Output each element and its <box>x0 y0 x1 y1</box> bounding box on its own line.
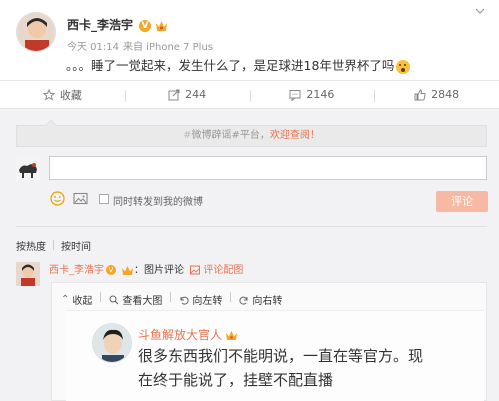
collapse-icon: ⌃ <box>61 294 70 305</box>
favorite-label: 收藏 <box>59 88 82 102</box>
post-text: 。。。睡了一觉起来，发生什么了，是足球进18年世界杯了吗 <box>66 55 411 74</box>
author-name-text[interactable]: 西卡_李浩宇 <box>67 18 133 32</box>
view-large-label: 查看大图 <box>122 296 163 307</box>
image-author: 斗鱼解放大官人 <box>138 326 238 343</box>
toolbar-separator <box>230 292 232 302</box>
toolbar-separator <box>170 292 172 302</box>
favorite-button[interactable]: 收藏 <box>0 87 125 103</box>
rotate-right-label: 向右转 <box>252 296 283 307</box>
like-button[interactable]: 2848 <box>374 88 499 102</box>
crown-icon <box>226 331 238 340</box>
crown-icon <box>122 265 133 275</box>
rotate-right-icon <box>239 296 248 305</box>
like-count: 2848 <box>431 88 460 101</box>
post-text-body: 。。。睡了一觉起来，发生什么了，是足球进18年世界杯了吗 <box>66 58 395 73</box>
forward-label: 同时转发到我的微博 <box>113 197 203 208</box>
notice-link[interactable]: 欢迎查阅！ <box>270 130 320 141</box>
image-text-line-1: 很多东西我们不能明说，一直在等官方。现 <box>138 347 424 365</box>
crown-icon <box>156 20 168 31</box>
comment-button[interactable]: 2146 <box>249 88 375 102</box>
zoom-icon <box>109 295 119 304</box>
sort-separator <box>53 240 54 250</box>
sort-by-time[interactable]: 按时间 <box>61 238 91 253</box>
collapse-label: 收起 <box>72 296 93 307</box>
thumbs-up-icon <box>414 88 426 100</box>
post-source: 来自 iPhone 7 Plus <box>123 42 214 53</box>
image-avatar <box>92 323 132 363</box>
image-author-name: 斗鱼解放大官人 <box>138 328 223 342</box>
comment-input[interactable] <box>49 156 487 180</box>
sort-by-hot[interactable]: 按热度 <box>16 238 46 253</box>
repost-button[interactable]: 244 <box>124 88 250 102</box>
picture-icon <box>190 265 201 275</box>
image-text-line-2: 在终于能说了，挂壁不配直播 <box>138 371 334 389</box>
author-name[interactable]: 西卡_李浩宇 V <box>67 16 168 33</box>
viewer-toolbar: ⌃ 收起 查看大图 向左转 向右转 <box>61 292 290 307</box>
forward-checkbox[interactable] <box>99 194 109 204</box>
rotate-left-button[interactable]: 向左转 <box>179 292 222 307</box>
commenter-name[interactable]: 西卡_李浩宇 <box>49 265 104 276</box>
author-avatar[interactable] <box>16 12 56 52</box>
rotate-left-label: 向左转 <box>192 296 223 307</box>
repost-icon <box>168 89 180 100</box>
rotate-right-button[interactable]: 向右转 <box>239 292 282 307</box>
divider <box>16 226 487 227</box>
comment-count: 2146 <box>306 88 335 101</box>
post-meta: 今天 01:14 来自 iPhone 7 Plus <box>67 38 217 53</box>
verified-badge-icon: V <box>106 265 116 275</box>
comment-image-link[interactable]: 评论配图 <box>203 265 243 276</box>
comment-text: ：图片评论 <box>134 265 184 276</box>
my-avatar[interactable] <box>16 156 40 180</box>
post-time[interactable]: 今天 01:14 <box>67 42 119 53</box>
star-icon <box>42 88 55 101</box>
verified-badge-icon: V <box>139 19 152 32</box>
view-large-button[interactable]: 查看大图 <box>109 292 162 307</box>
notice-hash: # <box>183 130 192 141</box>
collapse-button[interactable]: ⌃ 收起 <box>61 292 92 307</box>
commenter-avatar[interactable] <box>16 262 40 286</box>
action-bar: 收藏 244 2146 2848 <box>0 80 499 109</box>
submit-comment-button[interactable]: 评论 <box>436 191 488 212</box>
rumor-notice: #微博辟谣#平台，欢迎查阅！ <box>16 119 487 147</box>
comment-line: 西卡_李浩宇 V ：图片评论 评论配图 <box>49 261 243 276</box>
comment-icon <box>289 89 301 101</box>
shocked-emoji-icon <box>396 59 411 74</box>
repost-count: 244 <box>185 88 207 101</box>
emoji-icon[interactable] <box>50 191 65 206</box>
post-menu-chevron-icon[interactable] <box>475 6 485 17</box>
image-icon[interactable] <box>73 191 88 206</box>
rotate-left-icon <box>180 296 189 305</box>
toolbar-separator <box>100 292 102 302</box>
notice-text: 微博辟谣#平台， <box>191 130 270 141</box>
